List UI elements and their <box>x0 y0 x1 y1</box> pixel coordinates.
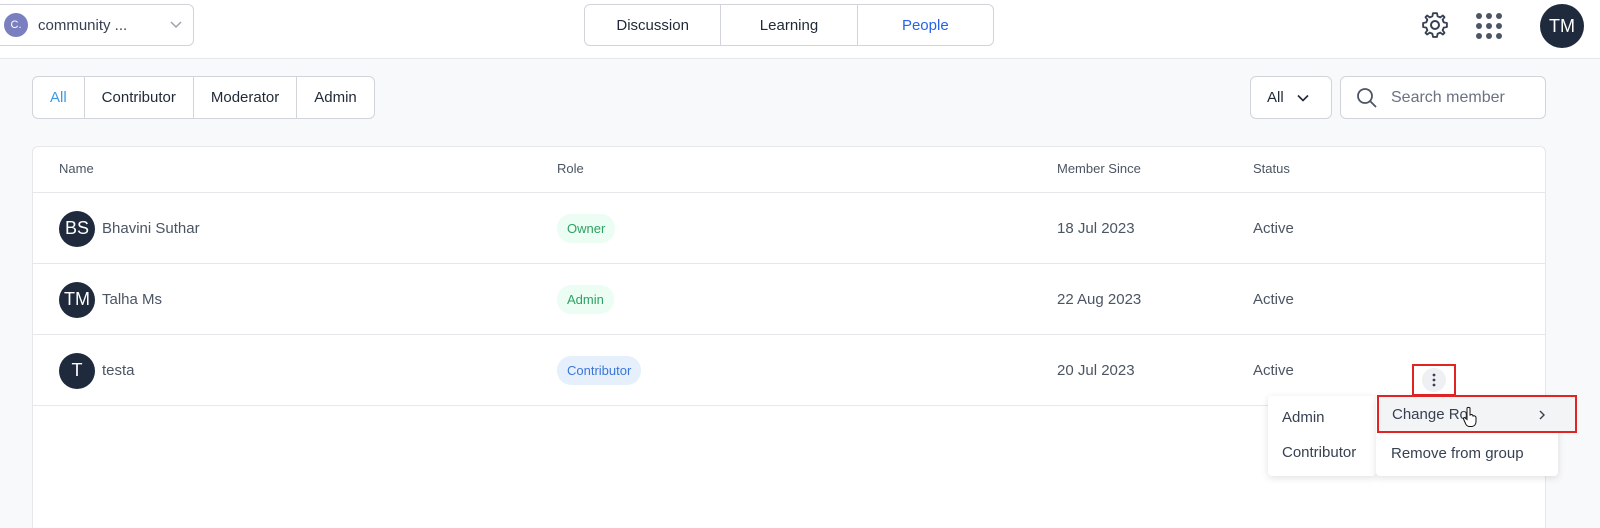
tab-discussion[interactable]: Discussion <box>585 5 722 45</box>
avatar: T <box>59 352 95 389</box>
role-filter-tabs: All Contributor Moderator Admin <box>32 76 375 119</box>
submenu-item-contributor[interactable]: Contributor <box>1282 444 1356 461</box>
role-submenu: Admin Contributor <box>1268 396 1376 476</box>
remove-from-group-menu-item[interactable]: Remove from group <box>1391 445 1524 462</box>
avatar: BS <box>59 210 95 247</box>
member-name: Bhavini Suthar <box>102 220 200 237</box>
role-cell: Owner <box>557 193 616 264</box>
community-icon: C. <box>4 13 28 37</box>
search-box <box>1340 76 1546 119</box>
member-since: 18 Jul 2023 <box>1057 220 1135 237</box>
filter-contributor[interactable]: Contributor <box>85 77 194 118</box>
header-status: Status <box>1253 161 1290 176</box>
status-text: Active <box>1253 220 1294 237</box>
status-dropdown-value: All <box>1267 89 1284 106</box>
filter-admin[interactable]: Admin <box>297 77 374 118</box>
table-row[interactable]: TM Talha Ms Admin 22 Aug 2023 Active <box>33 264 1545 335</box>
role-badge: Admin <box>557 285 614 314</box>
role-cell: Admin <box>557 264 614 335</box>
search-input[interactable] <box>1391 88 1531 107</box>
submenu-item-admin[interactable]: Admin <box>1282 409 1325 426</box>
change-role-label: Change Ro <box>1392 406 1468 423</box>
status-text: Active <box>1253 291 1294 308</box>
filter-moderator[interactable]: Moderator <box>194 77 298 118</box>
member-name: testa <box>102 362 135 379</box>
more-vertical-icon <box>1422 368 1446 392</box>
member-name-cell: TM Talha Ms <box>59 264 162 335</box>
role-badge: Contributor <box>557 356 642 385</box>
role-cell: Contributor <box>557 335 642 406</box>
tab-learning[interactable]: Learning <box>721 5 858 45</box>
header-role: Role <box>557 161 584 176</box>
top-bar: C. community ... Discussion Learning Peo… <box>0 0 1600 59</box>
chevron-down-icon <box>1297 94 1309 102</box>
header-name: Name <box>59 161 94 176</box>
table-row[interactable]: BS Bhavini Suthar Owner 18 Jul 2023 Acti… <box>33 193 1545 264</box>
member-since: 22 Aug 2023 <box>1057 291 1142 308</box>
header-member-since: Member Since <box>1057 161 1141 176</box>
member-since: 20 Jul 2023 <box>1057 362 1135 379</box>
gear-icon[interactable] <box>1420 10 1450 40</box>
member-name-cell: BS Bhavini Suthar <box>59 193 200 264</box>
search-icon <box>1357 87 1377 108</box>
chevron-right-icon <box>1539 410 1545 420</box>
avatar: TM <box>59 281 95 318</box>
community-name: community ... <box>38 16 128 34</box>
tab-people[interactable]: People <box>858 5 993 45</box>
chevron-down-icon <box>170 21 182 29</box>
filter-all[interactable]: All <box>33 77 85 118</box>
user-avatar[interactable]: TM <box>1540 4 1584 48</box>
row-actions-button[interactable] <box>1412 364 1456 396</box>
table-header: Name Role Member Since Status <box>33 147 1545 193</box>
hand-cursor-icon <box>1462 406 1477 427</box>
apps-grid-icon[interactable] <box>1474 11 1504 41</box>
role-badge: Owner <box>557 214 616 243</box>
main-tabs: Discussion Learning People <box>584 4 994 46</box>
community-selector[interactable]: C. community ... <box>0 4 194 46</box>
status-dropdown[interactable]: All <box>1250 76 1332 119</box>
member-name-cell: T testa <box>59 335 135 406</box>
member-name: Talha Ms <box>102 291 163 308</box>
